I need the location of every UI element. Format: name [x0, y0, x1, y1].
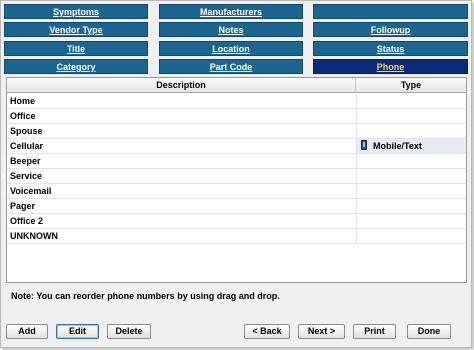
table-row[interactable]: Cellular Mobile/Text	[7, 139, 466, 154]
row-type	[356, 199, 466, 213]
row-type	[356, 169, 466, 183]
row-type: Mobile/Text	[356, 139, 466, 153]
tab-title[interactable]: Title	[4, 41, 148, 56]
tab-phone[interactable]: Phone	[313, 59, 468, 74]
tab-notes[interactable]: Notes	[159, 22, 303, 37]
table-row[interactable]: Beeper	[7, 154, 466, 169]
tab-location[interactable]: Location	[159, 41, 303, 56]
row-description: Home	[10, 96, 36, 106]
reorder-note: Note: You can reorder phone numbers by u…	[11, 291, 280, 301]
tab-status[interactable]: Status	[313, 41, 468, 56]
row-type-label: Mobile/Text	[373, 141, 422, 151]
table-row[interactable]: Spouse	[7, 124, 466, 139]
phone-setup-window: Symptoms Manufacturers Vendor Type Notes…	[0, 0, 472, 348]
grid-rows: Home Office Spouse Cellular Mobile/Text …	[7, 94, 466, 244]
tab-followup[interactable]: Followup	[313, 22, 468, 37]
row-description: Service	[10, 171, 43, 181]
table-row[interactable]: Office	[7, 109, 466, 124]
table-row[interactable]: Service	[7, 169, 466, 184]
table-row[interactable]: Office 2	[7, 214, 466, 229]
row-type	[356, 184, 466, 198]
grid-header: Description Type	[7, 78, 466, 93]
done-button[interactable]: Done	[407, 324, 451, 339]
row-type	[356, 109, 466, 123]
row-type	[356, 124, 466, 138]
mobile-phone-icon	[361, 140, 367, 150]
phone-types-grid: Description Type Home Office Spouse Cell…	[6, 77, 467, 283]
row-description: Pager	[10, 201, 36, 211]
tab-category[interactable]: Category	[4, 59, 148, 74]
row-description: Beeper	[10, 156, 41, 166]
tab-manufacturers[interactable]: Manufacturers	[159, 4, 303, 19]
row-type	[356, 94, 466, 108]
row-description: Office	[10, 111, 36, 121]
row-description: Spouse	[10, 126, 43, 136]
row-description: Voicemail	[10, 186, 52, 196]
table-row[interactable]: Voicemail	[7, 184, 466, 199]
table-row[interactable]: Home	[7, 94, 466, 109]
tab-symptoms[interactable]: Symptoms	[4, 4, 148, 19]
tab-vendor-type[interactable]: Vendor Type	[4, 22, 148, 37]
column-header-type[interactable]: Type	[356, 78, 466, 93]
row-type	[356, 229, 466, 243]
next-button[interactable]: Next >	[298, 324, 345, 339]
row-type	[356, 214, 466, 228]
print-button[interactable]: Print	[353, 324, 396, 339]
delete-button[interactable]: Delete	[107, 324, 151, 339]
row-description: Office 2	[10, 216, 44, 226]
row-description: UNKNOWN	[10, 231, 58, 241]
back-button[interactable]: < Back	[244, 324, 290, 339]
table-row[interactable]: UNKNOWN	[7, 229, 466, 244]
column-header-description[interactable]: Description	[7, 78, 356, 93]
tab-blank[interactable]	[313, 4, 468, 19]
row-description: Cellular	[10, 141, 44, 151]
edit-button[interactable]: Edit	[56, 324, 99, 339]
tab-grid: Symptoms Manufacturers Vendor Type Notes…	[4, 4, 468, 74]
tab-part-code[interactable]: Part Code	[159, 59, 303, 74]
add-button[interactable]: Add	[6, 324, 48, 339]
row-type	[356, 154, 466, 168]
table-row[interactable]: Pager	[7, 199, 466, 214]
